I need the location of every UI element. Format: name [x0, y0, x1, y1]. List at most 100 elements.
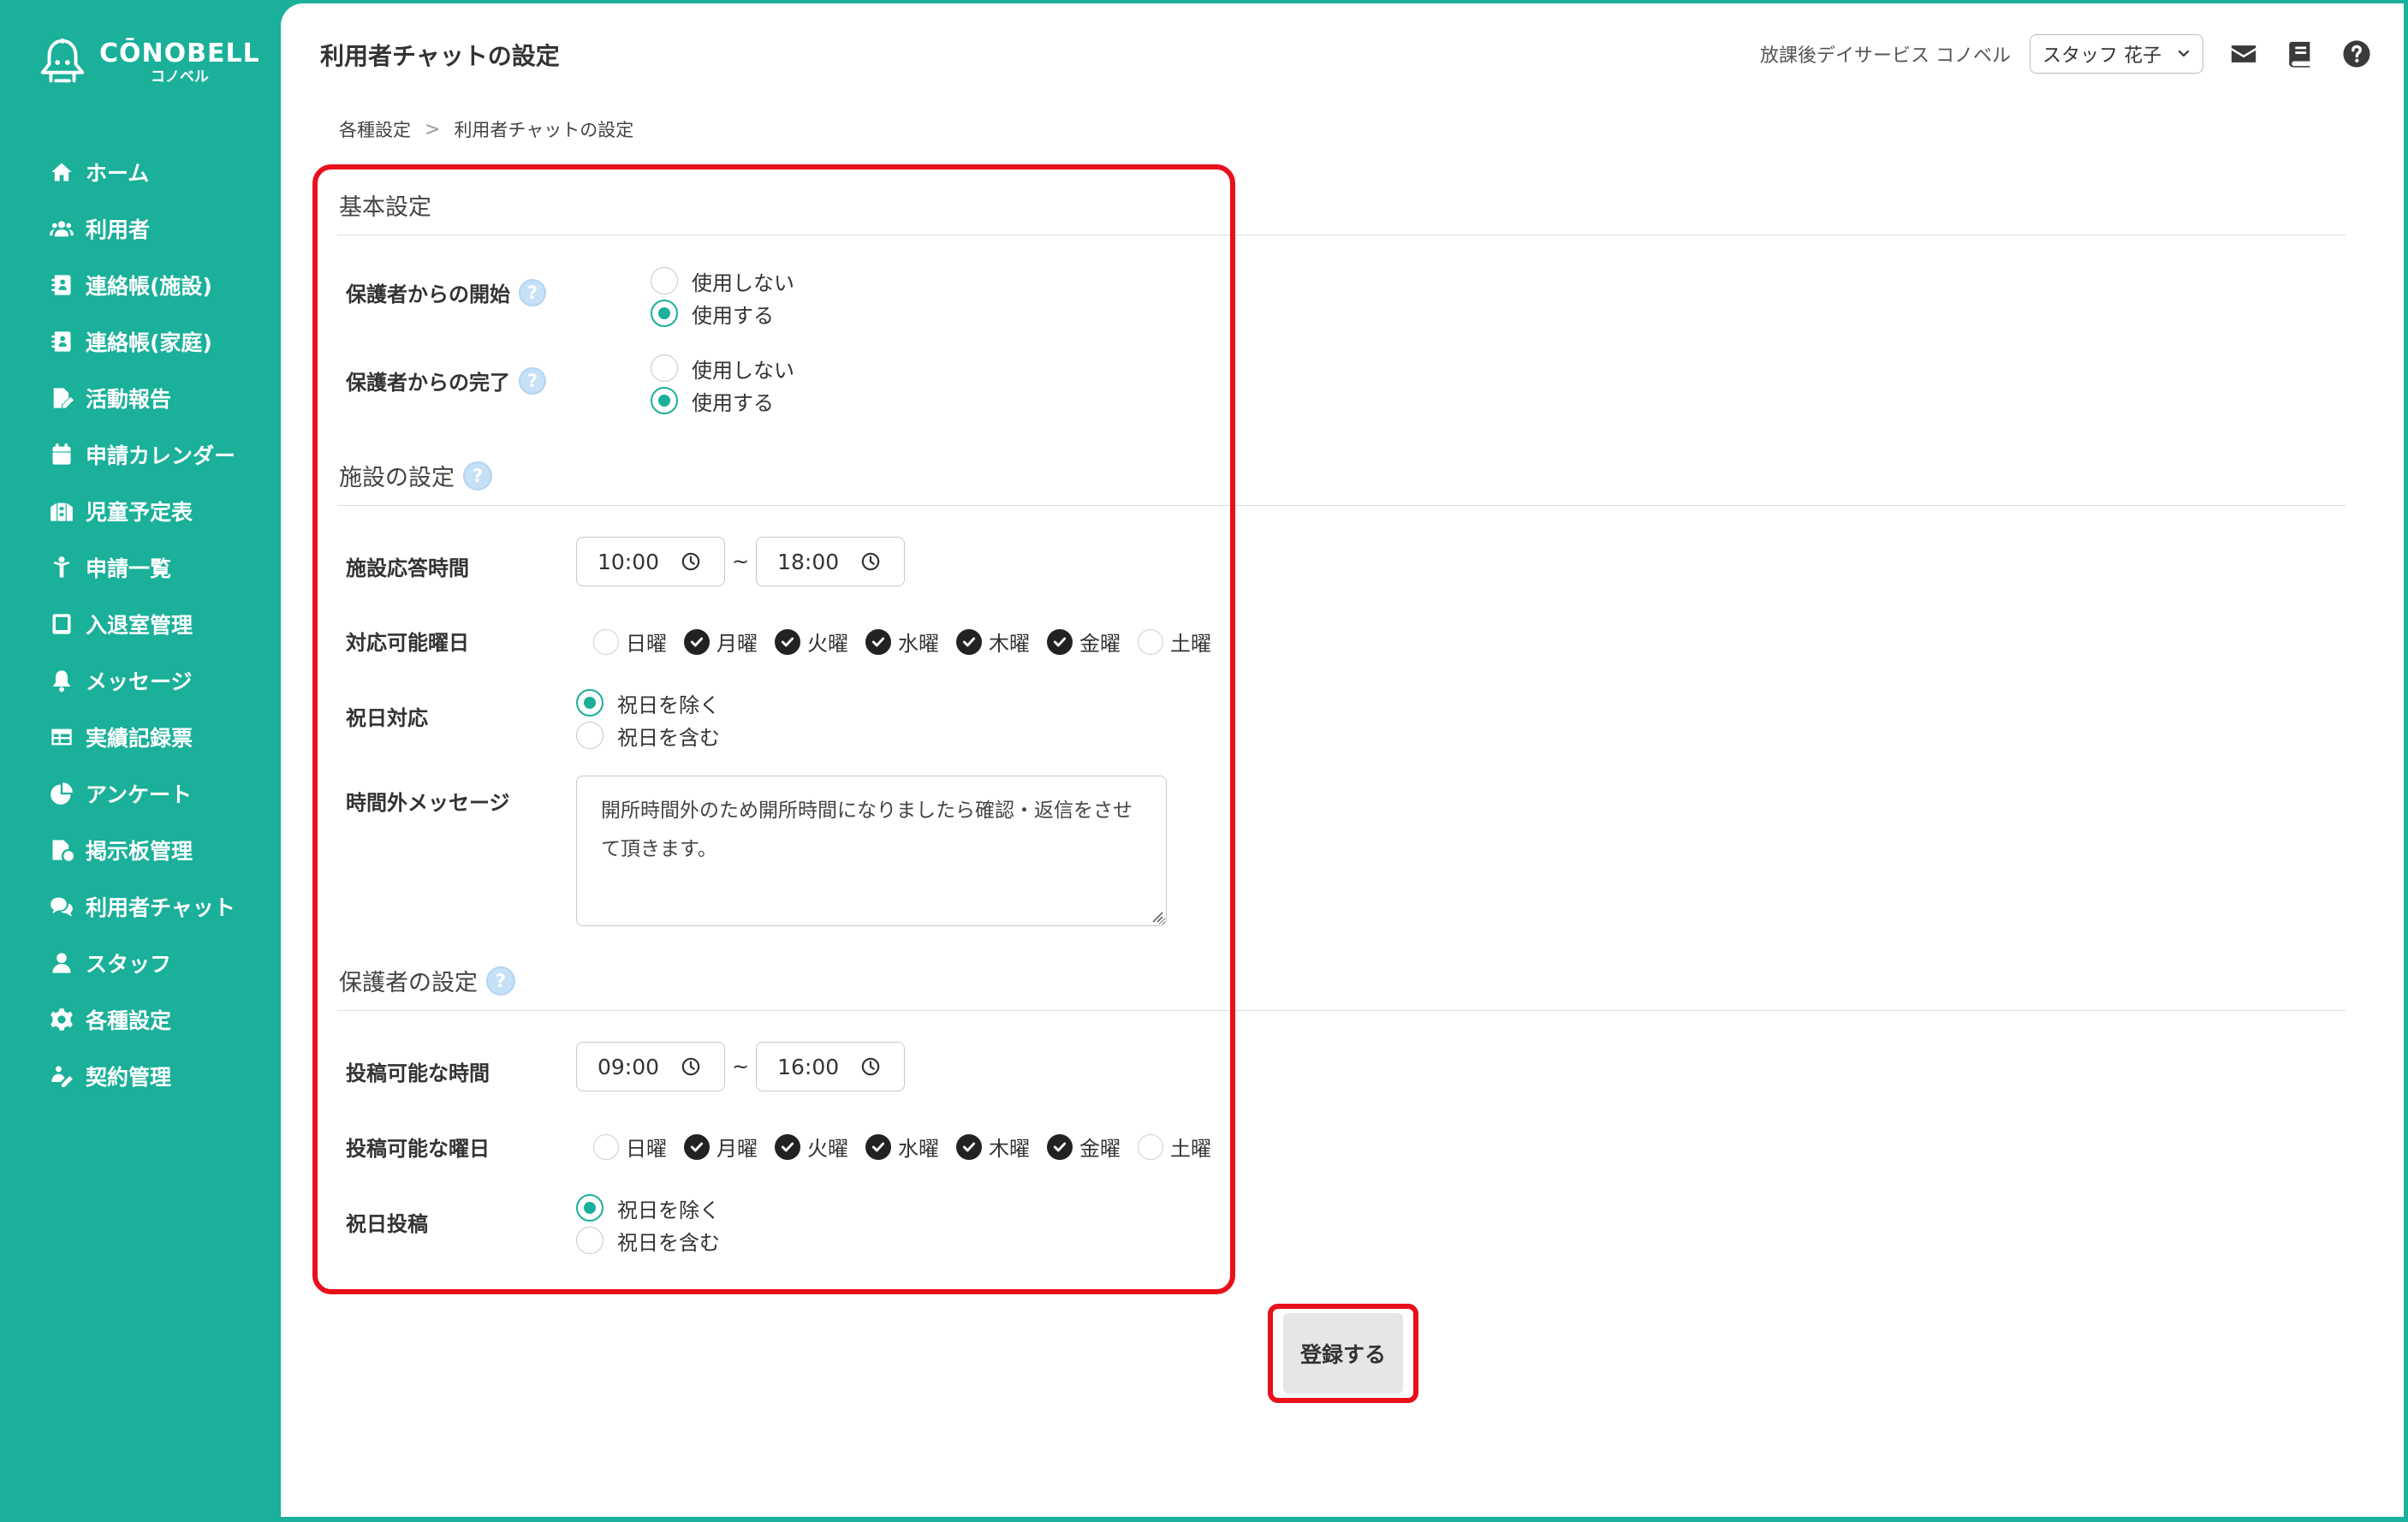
- contact-book-icon: [51, 275, 71, 295]
- holiday-post-option-exclude[interactable]: 祝日を除く: [576, 1193, 720, 1222]
- response-time-end-input[interactable]: 18:00: [756, 537, 906, 586]
- sidebar-item-label: スタッフ: [86, 952, 172, 977]
- sidebar-item-contract[interactable]: 契約管理: [50, 1048, 235, 1104]
- radio-circle[interactable]: [576, 722, 603, 749]
- day-thursday[interactable]: 木曜: [956, 627, 1030, 657]
- day-wednesday[interactable]: 水曜: [865, 1132, 939, 1162]
- sidebar-item-staff[interactable]: スタッフ: [50, 935, 235, 991]
- checkbox-checked[interactable]: [956, 1133, 982, 1160]
- holiday-post-option-include[interactable]: 祝日を含む: [576, 1226, 720, 1255]
- time-value: 10:00: [598, 549, 660, 574]
- guardian-end-label: 保護者からの完了 ?: [346, 366, 546, 395]
- checkbox-checked[interactable]: [775, 628, 800, 655]
- day-sunday[interactable]: 日曜: [593, 1132, 667, 1162]
- checkbox-checked[interactable]: [956, 628, 982, 655]
- sidebar-item-label: アンケート: [86, 782, 193, 807]
- guardian-start-label: 保護者からの開始 ?: [346, 277, 546, 307]
- help-icon[interactable]: ?: [486, 966, 515, 996]
- day-friday[interactable]: 金曜: [1047, 1132, 1121, 1162]
- checkbox-checked[interactable]: [865, 628, 891, 655]
- holiday-radio-group: 祝日を除く 祝日を含む: [576, 688, 720, 750]
- radio-circle[interactable]: [651, 267, 678, 294]
- day-monday[interactable]: 月曜: [684, 1132, 758, 1162]
- radio-circle-selected[interactable]: [651, 387, 678, 414]
- checkbox-checked[interactable]: [1047, 1133, 1073, 1160]
- sidebar-item-user-chat[interactable]: 利用者チャット: [50, 878, 235, 935]
- sidebar-item-label: 申請カレンダー: [86, 443, 236, 468]
- mail-button[interactable]: [2227, 38, 2260, 70]
- checkbox-checked[interactable]: [684, 1133, 710, 1160]
- sidebar-item-performance-record[interactable]: 実績記録票: [50, 709, 235, 765]
- available-days-checkboxes: 日曜 月曜 火曜 水曜 木曜 金曜 土曜: [593, 627, 1211, 657]
- holiday-option-include[interactable]: 祝日を含む: [576, 721, 720, 750]
- day-saturday[interactable]: 土曜: [1138, 1132, 1211, 1162]
- sidebar-item-activity-report[interactable]: 活動報告: [50, 370, 235, 426]
- app-logo[interactable]: CŌNOBELL コノベル: [36, 33, 260, 92]
- checkbox-checked[interactable]: [684, 628, 710, 655]
- help-button[interactable]: [2340, 38, 2373, 70]
- day-thursday[interactable]: 木曜: [956, 1132, 1030, 1162]
- response-time-start-input[interactable]: 10:00: [576, 537, 725, 586]
- day-monday[interactable]: 月曜: [684, 627, 758, 657]
- checkbox[interactable]: [593, 1133, 619, 1160]
- register-button[interactable]: 登録する: [1283, 1313, 1403, 1394]
- time-value: 09:00: [598, 1054, 660, 1079]
- radio-circle-selected[interactable]: [651, 300, 678, 327]
- guardian-start-option-on[interactable]: 使用する: [651, 299, 794, 328]
- breadcrumb-settings-link[interactable]: 各種設定: [339, 116, 411, 142]
- checkbox-checked[interactable]: [1047, 628, 1073, 655]
- sidebar-item-attendance[interactable]: 入退室管理: [50, 596, 235, 652]
- resize-grip-icon[interactable]: [1150, 909, 1163, 923]
- check-icon: [781, 1142, 794, 1151]
- help-icon[interactable]: ?: [519, 366, 546, 395]
- holiday-option-exclude[interactable]: 祝日を除く: [576, 688, 720, 717]
- sidebar-item-label: 入退室管理: [86, 613, 193, 638]
- day-label: 木曜: [989, 1137, 1030, 1161]
- day-tuesday[interactable]: 火曜: [775, 627, 848, 657]
- sidebar-item-message[interactable]: メッセージ: [50, 652, 235, 709]
- day-tuesday[interactable]: 火曜: [775, 1132, 848, 1162]
- day-saturday[interactable]: 土曜: [1138, 627, 1211, 657]
- sidebar-item-contact-book-facility[interactable]: 連絡帳(施設): [50, 257, 235, 313]
- radio-circle[interactable]: [651, 354, 678, 382]
- checkbox[interactable]: [593, 628, 619, 655]
- guardian-end-option-off[interactable]: 使用しない: [651, 354, 794, 383]
- checkbox-checked[interactable]: [865, 1133, 891, 1160]
- sidebar-item-users[interactable]: 利用者: [50, 200, 235, 257]
- main-panel: 利用者チャットの設定 放課後デイサービス コノベル スタッフ 花子 各種設定 >…: [281, 3, 2404, 1517]
- checkbox[interactable]: [1138, 1133, 1163, 1160]
- sidebar-item-survey[interactable]: アンケート: [50, 765, 235, 822]
- home-icon: [51, 163, 72, 181]
- chat-icon: [51, 897, 73, 917]
- check-icon: [871, 1142, 885, 1151]
- guardian-start-option-off[interactable]: 使用しない: [651, 266, 794, 295]
- sidebar: CŌNOBELL コノベル ホーム 利用者 連絡帳(施設) 連絡帳(家庭) 活動…: [0, 0, 281, 1522]
- offhours-message-textarea[interactable]: 開所時間外のため開所時間になりましたら確認・返信をさせて頂きます。: [576, 776, 1167, 926]
- tablet-icon: [52, 614, 71, 634]
- checkbox[interactable]: [1138, 628, 1163, 655]
- post-time-end-input[interactable]: 16:00: [756, 1042, 906, 1091]
- help-icon[interactable]: ?: [519, 278, 546, 306]
- field-label-text: 投稿可能な時間: [346, 1061, 490, 1085]
- sidebar-item-settings[interactable]: 各種設定: [50, 991, 235, 1048]
- day-wednesday[interactable]: 水曜: [865, 627, 939, 657]
- day-label: 火曜: [807, 632, 848, 656]
- schedule-icon: [51, 502, 73, 521]
- day-friday[interactable]: 金曜: [1047, 627, 1121, 657]
- radio-circle-selected[interactable]: [576, 689, 603, 716]
- sidebar-item-contact-book-home[interactable]: 連絡帳(家庭): [50, 313, 235, 370]
- sidebar-item-request-list[interactable]: 申請一覧: [50, 539, 235, 596]
- sidebar-item-home[interactable]: ホーム: [50, 144, 235, 200]
- staff-select[interactable]: スタッフ 花子: [2030, 34, 2203, 74]
- guardian-end-option-on[interactable]: 使用する: [651, 386, 794, 415]
- checkbox-checked[interactable]: [775, 1133, 800, 1160]
- sidebar-item-board[interactable]: 掲示板管理: [50, 822, 235, 878]
- sidebar-item-request-calendar[interactable]: 申請カレンダー: [50, 426, 235, 483]
- post-time-start-input[interactable]: 09:00: [576, 1042, 725, 1091]
- manual-button[interactable]: [2284, 38, 2316, 70]
- radio-circle[interactable]: [576, 1227, 603, 1254]
- sidebar-item-child-schedule[interactable]: 児童予定表: [50, 483, 235, 539]
- help-icon[interactable]: ?: [463, 461, 492, 490]
- radio-circle-selected[interactable]: [576, 1194, 603, 1222]
- day-sunday[interactable]: 日曜: [593, 627, 667, 657]
